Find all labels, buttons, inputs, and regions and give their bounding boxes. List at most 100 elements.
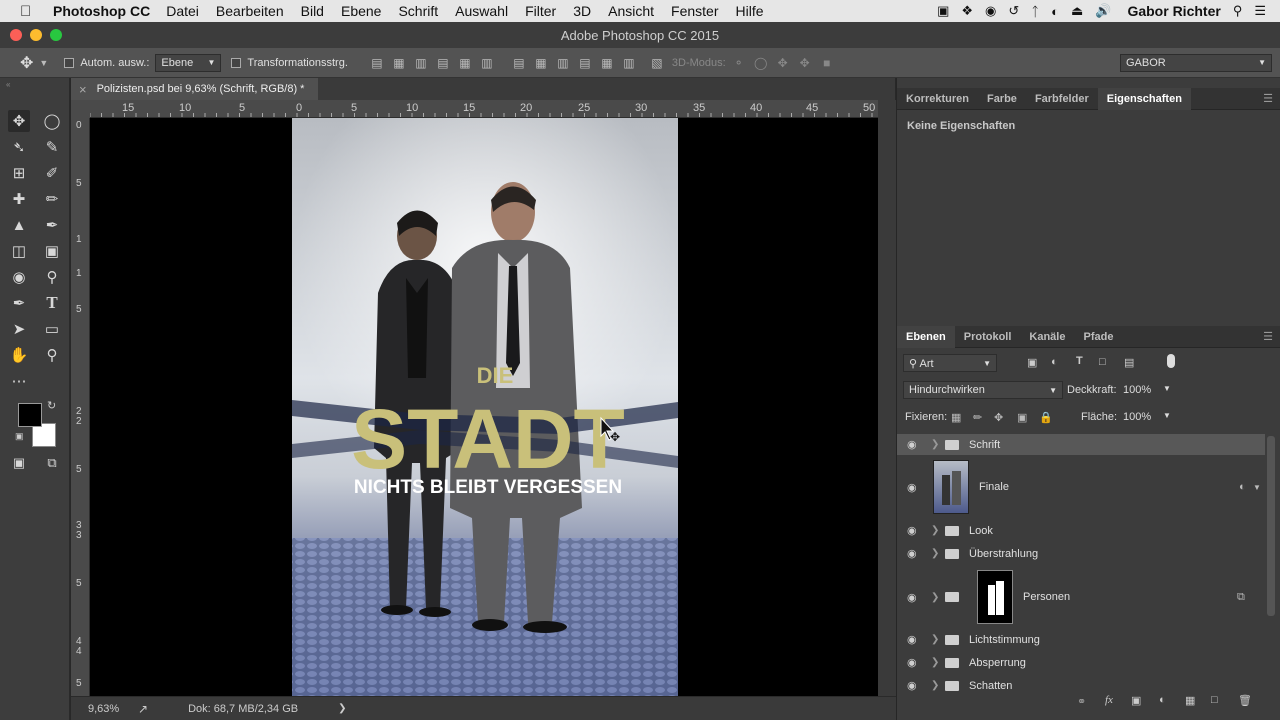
link-layers-icon[interactable]: ⚭ [1077,695,1086,708]
distribute-vcenter-icon[interactable]: ▦ [534,56,548,70]
type-tool-icon[interactable]: T [41,292,63,314]
3d-orbit-icon[interactable]: ⚬ [732,56,746,70]
distribute-left-icon[interactable]: ▤ [578,56,592,70]
filter-pixel-icon[interactable]: ▣ [1027,356,1037,369]
move-tool-icon[interactable]: ✥ [8,110,30,132]
tab-kanaele[interactable]: Kanäle [1020,326,1074,348]
menu-filter[interactable]: Filter [525,3,556,19]
lock-paint-icon[interactable]: ✏ [973,411,982,424]
menu-app-name[interactable]: Photoshop CC [53,3,150,19]
expand-arrow-icon[interactable]: ❯ [931,680,939,691]
ruler-origin[interactable] [71,100,90,118]
layer-row-personen[interactable]: ◉ ❯ Personen ⧉ [897,567,1265,627]
opacity-value[interactable]: 100% [1123,384,1151,396]
visibility-eye-icon[interactable]: ◉ [907,524,921,537]
transform-controls-checkbox[interactable] [231,57,242,68]
layer-effects-icon[interactable]: ◐ [1239,481,1246,493]
layer-filter-dropdown[interactable]: ⚲ Art ▼ [903,354,997,372]
document-tab[interactable]: × Polizisten.psd bei 9,63% (Schrift, RGB… [71,78,319,100]
filter-shape-icon[interactable]: □ [1099,356,1106,368]
foreground-color-swatch[interactable] [18,403,42,427]
layer-mask-thumbnail[interactable] [977,570,1013,624]
panel-menu-icon[interactable]: ☰ [1263,92,1273,105]
menu-schrift[interactable]: Schrift [398,3,438,19]
tab-farbe[interactable]: Farbe [978,88,1026,110]
brush-tool-icon[interactable]: ✏ [41,188,63,210]
menu-bearbeiten[interactable]: Bearbeiten [216,3,284,19]
menu-datei[interactable]: Datei [166,3,199,19]
horizontal-ruler[interactable]: 15 10 5 0 5 10 15 20 25 30 35 40 45 50 [90,100,878,118]
rectangle-tool-icon[interactable]: ▭ [41,318,63,340]
layers-scrollbar[interactable] [1267,436,1275,616]
3d-slide-icon[interactable]: ✥ [798,56,812,70]
tab-farbfelder[interactable]: Farbfelder [1026,88,1098,110]
visibility-eye-icon[interactable]: ◉ [907,679,921,692]
new-layer-icon[interactable]: □ [1211,694,1218,706]
3d-camera-icon[interactable]: ■ [820,56,834,70]
layer-row-lichtstimmung[interactable]: ◉ ❯ Lichtstimmung [897,629,1265,650]
workspace-dropdown[interactable]: GABOR ▼ [1120,53,1272,72]
fill-value[interactable]: 100% [1123,411,1151,423]
tab-pfade[interactable]: Pfade [1074,326,1122,348]
spotlight-search-icon[interactable]: ⚲ [1233,3,1243,19]
layer-row-schatten[interactable]: ◉ ❯ Schatten [897,675,1265,696]
zoom-level[interactable]: 9,63% [88,703,132,715]
layer-row-finale[interactable]: ◉ Finale ◐ ▼ [897,457,1265,517]
align-left-icon[interactable]: ▤ [436,56,450,70]
auto-select-dropdown[interactable]: Ebene ▼ [155,53,222,72]
collapse-arrows-icon[interactable]: « [6,80,10,89]
lock-position-icon[interactable]: ✥ [994,411,1003,424]
bluetooth-icon[interactable]: ᛏ [1031,4,1039,19]
blur-tool-icon[interactable]: ◉ [8,266,30,288]
swap-colors-icon[interactable]: ↻ [47,399,56,412]
canvas-area[interactable]: DIE STADT NICHTS BLEIBT VERGESSEN ✥ [90,118,878,696]
dropbox-icon[interactable]: ❖ [961,3,973,19]
gradient-tool-icon[interactable]: ▣ [41,240,63,262]
visibility-eye-icon[interactable]: ◉ [907,438,921,451]
chevron-down-icon[interactable]: ▼ [1163,411,1171,420]
auto-align-icon[interactable]: ▧ [650,56,664,70]
clone-stamp-tool-icon[interactable]: ▲ [8,214,30,236]
new-group-icon[interactable]: ▦ [1185,694,1195,707]
menubar-user[interactable]: Gabor Richter [1127,3,1220,19]
layer-row-absperrung[interactable]: ◉ ❯ Absperrung [897,652,1265,673]
tab-protokoll[interactable]: Protokoll [955,326,1021,348]
menu-3d[interactable]: 3D [573,3,591,19]
time-machine-icon[interactable]: ↺ [1008,3,1019,19]
menu-auswahl[interactable]: Auswahl [455,3,508,19]
chevron-down-icon[interactable]: ▼ [39,58,48,68]
expand-arrow-icon[interactable]: ❯ [931,592,939,603]
filter-toggle-switch[interactable] [1167,354,1175,368]
align-hcenter-icon[interactable]: ▦ [458,56,472,70]
lasso-tool-icon[interactable]: ➴ [8,136,30,158]
move-tool-preset-icon[interactable]: ✥ [20,53,33,73]
default-colors-icon[interactable]: ▣ [15,431,24,442]
3d-roll-icon[interactable]: ◯ [754,56,768,70]
layer-row-schrift[interactable]: ◉ ❯ Schrift [897,434,1265,455]
panel-menu-icon[interactable]: ☰ [1263,330,1273,343]
visibility-eye-icon[interactable]: ◉ [907,633,921,646]
eject-icon[interactable]: ⏏ [1071,3,1083,19]
expand-arrow-icon[interactable]: ❯ [931,657,939,668]
minimize-window-button[interactable] [30,29,42,41]
volume-icon[interactable]: 🔊 [1095,3,1111,19]
tab-eigenschaften[interactable]: Eigenschaften [1097,87,1191,110]
history-brush-tool-icon[interactable]: ✒ [41,214,63,236]
distribute-hcenter-icon[interactable]: ▦ [600,56,614,70]
share-icon[interactable]: ↗ [138,702,148,716]
align-bottom-icon[interactable]: ▥ [414,56,428,70]
record-icon[interactable]: ◉ [985,3,996,19]
new-adjustment-icon[interactable]: ◐ [1159,694,1166,706]
filter-smartobject-icon[interactable]: ▤ [1124,356,1134,369]
healing-brush-tool-icon[interactable]: ✚ [8,188,30,210]
chevron-down-icon[interactable]: ▼ [1253,483,1261,492]
3d-drag-icon[interactable]: ✥ [776,56,790,70]
distribute-bottom-icon[interactable]: ▥ [556,56,570,70]
eraser-tool-icon[interactable]: ◫ [8,240,30,262]
hand-tool-icon[interactable]: ✋ [8,344,30,366]
notification-list-icon[interactable]: ☰ [1254,3,1266,19]
poster-artwork[interactable]: DIE STADT NICHTS BLEIBT VERGESSEN ✥ [90,118,878,696]
crop-tool-icon[interactable]: ⊞ [8,162,30,184]
menu-ebene[interactable]: Ebene [341,3,381,19]
visibility-eye-icon[interactable]: ◉ [907,656,921,669]
